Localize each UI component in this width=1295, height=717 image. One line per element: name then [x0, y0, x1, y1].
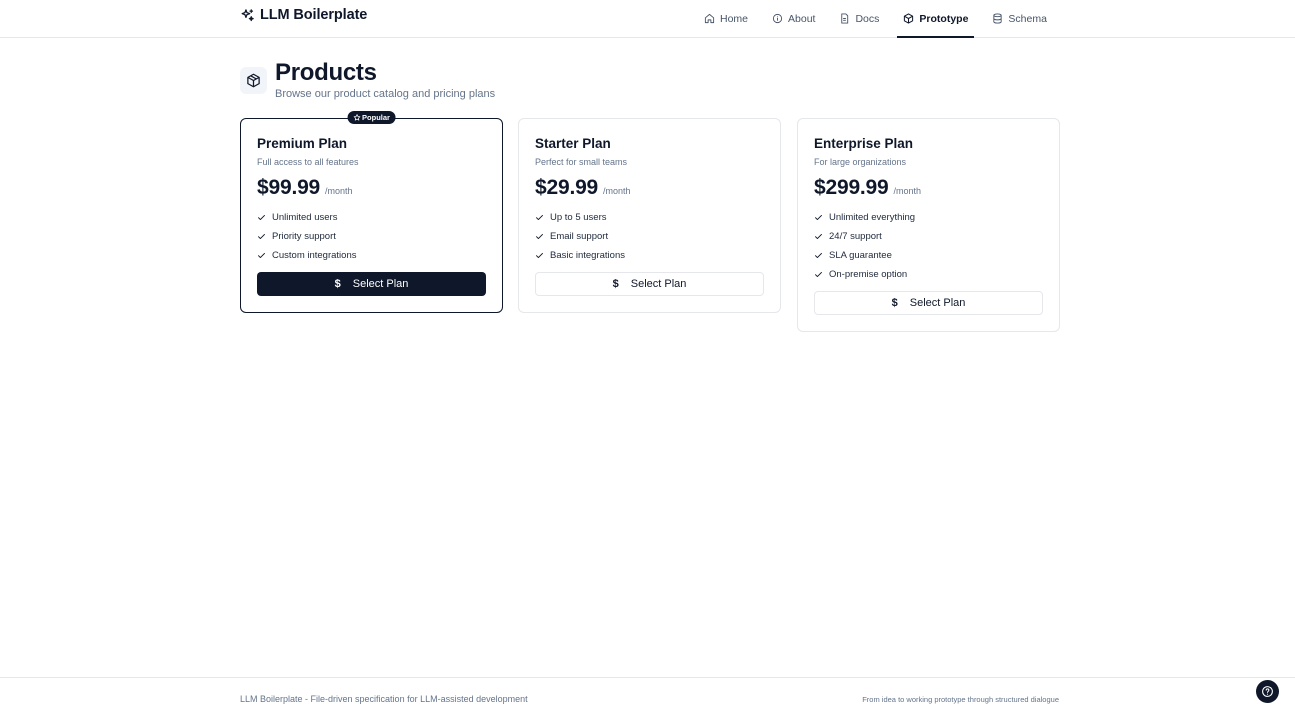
plan-period: /month: [325, 186, 353, 196]
feature-list: Unlimited users Priority support Custom …: [257, 208, 486, 265]
check-icon: [815, 214, 822, 221]
check-icon: [815, 271, 822, 278]
feature-item: SLA guarantee: [814, 246, 1043, 265]
feature-label: Custom integrations: [272, 250, 357, 261]
plan-price: $99.99: [257, 176, 321, 199]
nav-item-docs[interactable]: Docs: [827, 0, 891, 37]
feature-label: Unlimited users: [272, 212, 338, 223]
check-icon: [815, 233, 822, 240]
feature-item: Unlimited users: [257, 208, 486, 227]
popular-badge: Popular: [347, 111, 396, 124]
price-row: $99.99 /month: [257, 176, 486, 200]
check-icon: [815, 252, 822, 259]
page-title: Products: [275, 59, 377, 86]
feature-item: Up to 5 users: [535, 208, 764, 227]
box-icon: [904, 13, 914, 24]
feature-item: Basic integrations: [535, 246, 764, 265]
page-subtitle: Browse our product catalog and pricing p…: [275, 88, 496, 100]
plan-period: /month: [893, 186, 922, 196]
button-label: Select Plan: [909, 297, 966, 309]
feature-list: Up to 5 users Email support Basic integr…: [535, 208, 764, 265]
feature-list: Unlimited everything 24/7 support SLA gu…: [814, 208, 1043, 284]
button-label: Select Plan: [352, 278, 409, 290]
badge-label: Popular: [362, 113, 390, 122]
nav-label-prototype: Prototype: [919, 12, 969, 25]
plan-description: Full access to all features: [257, 157, 359, 167]
brand-link[interactable]: LLM Boilerplate: [240, 7, 367, 23]
feature-label: Unlimited everything: [829, 212, 916, 223]
select-plan-button-starter[interactable]: $ Select Plan: [535, 272, 764, 296]
document-icon: [841, 13, 849, 24]
check-icon: [536, 233, 543, 240]
nav-item-home[interactable]: Home: [692, 0, 760, 37]
feature-item: 24/7 support: [814, 227, 1043, 246]
plan-name: Starter Plan: [535, 136, 611, 151]
check-icon: [258, 252, 265, 259]
plan-card-starter: Starter Plan Perfect for small teams $29…: [518, 118, 781, 313]
check-icon: [536, 214, 543, 221]
star-icon: [353, 114, 360, 121]
plan-card-premium: Popular Premium Plan Full access to all …: [240, 111, 503, 313]
feature-label: 24/7 support: [829, 231, 882, 242]
page-heading: Products Browse our product catalog and …: [240, 61, 495, 100]
price-row: $299.99 /month: [814, 176, 1043, 200]
check-icon: [258, 233, 265, 240]
home-icon: [704, 13, 715, 24]
button-label: Select Plan: [630, 278, 687, 290]
plan-name: Enterprise Plan: [814, 136, 914, 151]
main-nav: Home About Docs Prototype Schema: [692, 0, 1059, 38]
plan-description: For large organizations: [814, 157, 907, 167]
feature-item: Unlimited everything: [814, 208, 1043, 227]
feature-label: SLA guarantee: [829, 250, 892, 261]
check-icon: [536, 252, 543, 259]
select-plan-button-premium[interactable]: $ Select Plan: [257, 272, 486, 296]
box-icon: [247, 73, 260, 88]
help-button[interactable]: [1256, 680, 1279, 703]
plan-description: Perfect for small teams: [535, 157, 628, 167]
info-icon: [772, 13, 783, 24]
nav-item-schema[interactable]: Schema: [980, 0, 1059, 37]
brand-name: LLM Boilerplate: [260, 7, 368, 23]
feature-label: Email support: [550, 231, 609, 242]
plan-name: Premium Plan: [257, 136, 348, 151]
nav-item-about[interactable]: About: [760, 0, 827, 37]
nav-label-about: About: [788, 12, 816, 25]
page-footer: LLM Boilerplate - File-driven specificat…: [0, 677, 1295, 717]
nav-label-docs: Docs: [855, 12, 880, 25]
nav-item-prototype[interactable]: Prototype: [891, 0, 980, 38]
page-icon-container: [240, 67, 267, 94]
feature-item: On-premise option: [814, 265, 1043, 284]
feature-item: Priority support: [257, 227, 486, 246]
plan-period: /month: [603, 186, 631, 196]
feature-item: Email support: [535, 227, 764, 246]
feature-label: Up to 5 users: [550, 212, 607, 223]
database-icon: [993, 13, 1003, 24]
price-row: $29.99 /month: [535, 176, 764, 200]
help-icon: [1262, 686, 1273, 697]
footer-tagline: LLM Boilerplate - File-driven specificat…: [240, 694, 528, 704]
plan-card-enterprise: Enterprise Plan For large organizations …: [797, 118, 1060, 332]
footer-motto: From idea to working prototype through s…: [862, 695, 1059, 704]
dollar-icon: $: [334, 278, 341, 290]
feature-label: Priority support: [272, 231, 336, 242]
check-icon: [258, 214, 265, 221]
plan-price: $299.99: [814, 176, 889, 199]
dollar-icon: $: [891, 297, 898, 309]
nav-label-schema: Schema: [1008, 12, 1047, 25]
plan-price: $29.99: [535, 176, 599, 199]
top-header: LLM Boilerplate Home About Docs Prototyp…: [0, 0, 1295, 38]
nav-label-home: Home: [720, 12, 749, 25]
dollar-icon: $: [612, 278, 619, 290]
feature-label: Basic integrations: [550, 250, 625, 261]
feature-item: Custom integrations: [257, 246, 486, 265]
select-plan-button-enterprise[interactable]: $ Select Plan: [814, 291, 1043, 315]
sparkles-icon: [240, 8, 255, 23]
feature-label: On-premise option: [829, 269, 908, 280]
